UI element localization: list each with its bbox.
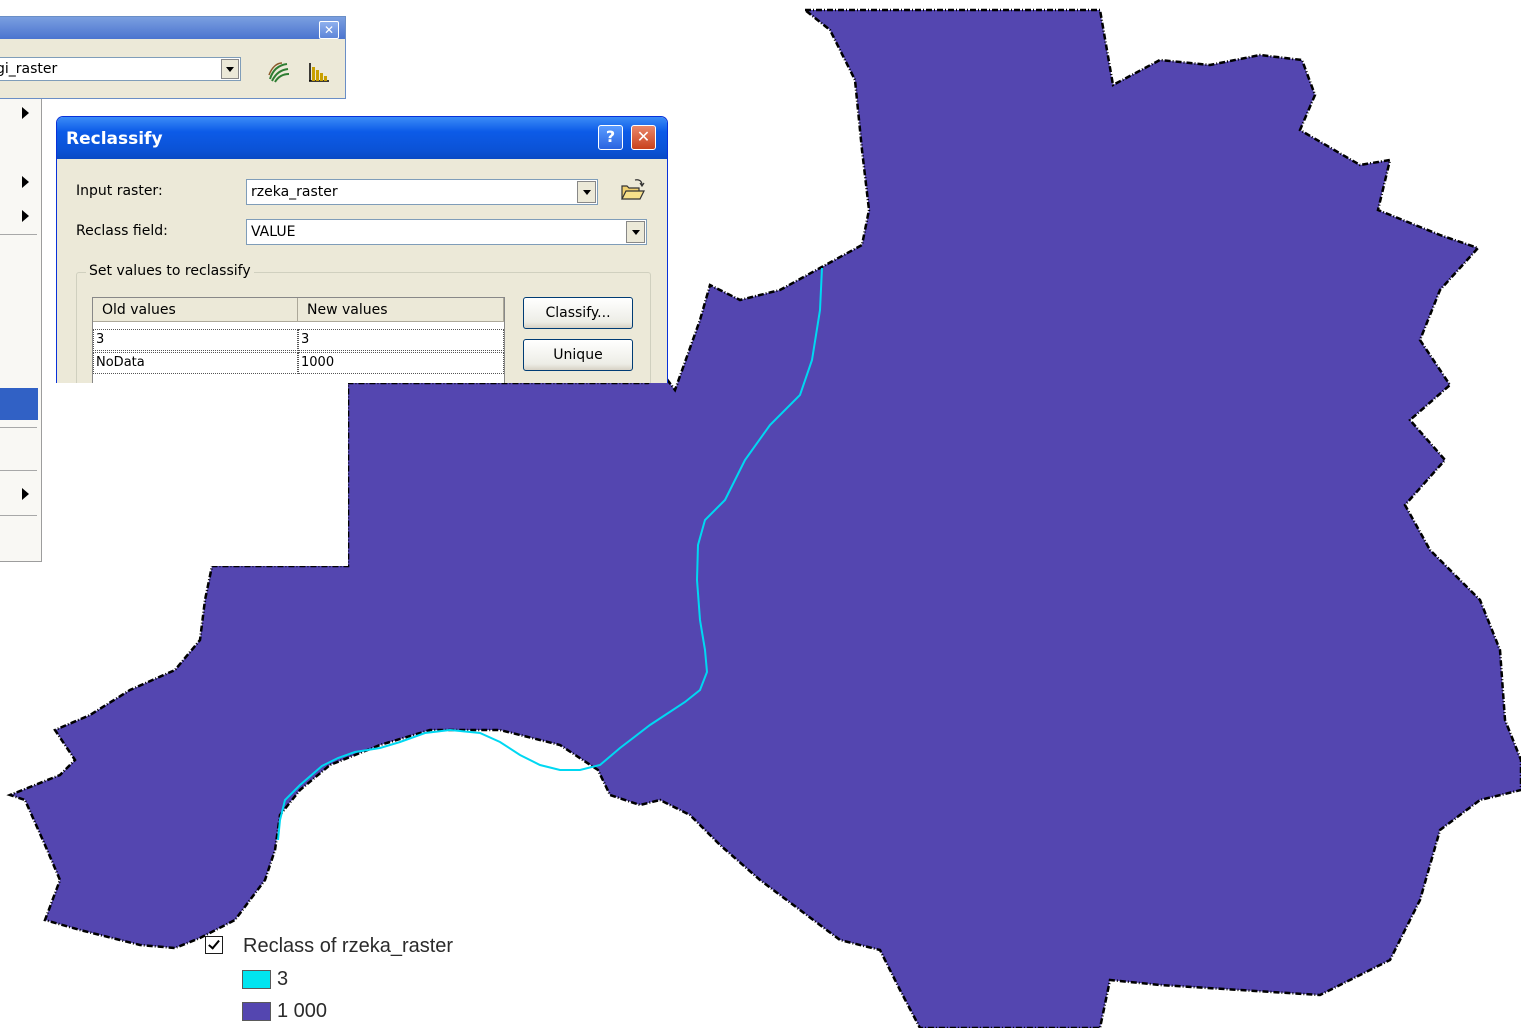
reclass-field-select[interactable]: VALUE (246, 219, 647, 245)
submenu-arrow-icon[interactable] (22, 488, 29, 500)
legend-class-label: 1 000 (277, 1000, 328, 1022)
layer-name[interactable]: Reclass of rzeka_raster (243, 935, 453, 958)
toolbar-close-button[interactable]: ✕ (319, 21, 339, 39)
dialog-titlebar[interactable]: Reclassify (57, 117, 667, 159)
legend-class-label: 3 (277, 968, 289, 990)
reclass-field-value: VALUE (251, 224, 296, 240)
input-raster-value: rzeka_raster (251, 184, 338, 200)
table-cell-new[interactable]: 3 (298, 329, 504, 351)
menu-separator (0, 470, 37, 471)
help-button[interactable]: ? (598, 125, 623, 150)
menu-separator (0, 515, 37, 516)
chevron-down-icon[interactable] (577, 181, 596, 203)
legend-swatch (242, 970, 271, 989)
reclassify-dialog: Reclassify ? ✕ Input raster: rzeka_raste… (56, 116, 668, 383)
contour-tool-icon[interactable] (267, 61, 291, 83)
layer-select-value: gi_raster (0, 61, 58, 77)
close-button[interactable]: ✕ (631, 125, 656, 150)
menu-item-reclassify-selected[interactable] (0, 388, 38, 420)
reclass-table[interactable]: Old values New values 3 3 NoData 1000 (92, 297, 505, 383)
submenu-arrow-icon[interactable] (22, 176, 29, 188)
group-label: Set values to reclassify (86, 263, 254, 279)
submenu-arrow-icon[interactable] (22, 210, 29, 222)
column-header-old-values[interactable]: Old values (93, 298, 298, 322)
menu-separator (0, 234, 37, 235)
histogram-icon[interactable] (307, 61, 331, 83)
unique-button[interactable]: Unique (523, 339, 633, 371)
column-header-new-values[interactable]: New values (298, 298, 504, 322)
chevron-down-icon[interactable] (626, 221, 645, 243)
reclass-field-label: Reclass field: (76, 223, 168, 239)
input-raster-select[interactable]: rzeka_raster (246, 179, 598, 205)
open-folder-icon[interactable] (615, 175, 649, 207)
classify-button[interactable]: Classify... (523, 297, 633, 329)
table-cell-old[interactable]: 3 (93, 329, 298, 351)
menu-separator (0, 427, 37, 428)
legend-swatch (242, 1002, 271, 1021)
spatial-analyst-toolbar: ✕ gi_raster (0, 16, 346, 99)
dialog-title: Reclassify (66, 129, 163, 149)
white-overlay-area (41, 383, 348, 566)
spatial-analyst-menu[interactable] (0, 96, 42, 562)
submenu-arrow-icon[interactable] (22, 107, 29, 119)
table-cell-old[interactable]: NoData (93, 352, 298, 374)
layer-select[interactable]: gi_raster (0, 57, 241, 81)
layer-visibility-checkbox[interactable] (205, 936, 223, 954)
table-cell-new[interactable]: 1000 (298, 352, 504, 374)
toolbar-titlebar[interactable] (0, 17, 345, 39)
input-raster-label: Input raster: (76, 183, 163, 199)
chevron-down-icon[interactable] (221, 59, 239, 79)
